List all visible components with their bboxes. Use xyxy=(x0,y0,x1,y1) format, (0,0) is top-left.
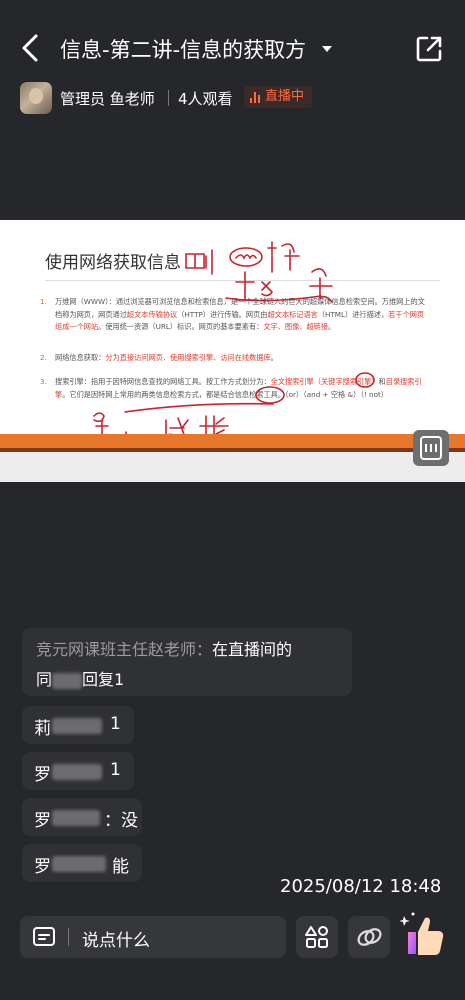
teacher-message: 竞元网课班主任赵老师：在直播间的 同 回复1 xyxy=(22,628,352,696)
comment-edit-icon[interactable] xyxy=(32,926,58,948)
slide-view[interactable]: 使用网络获取信息 1. 万维网（WWW）：通过浏览器可浏览信息和检索信息，是一个全… xyxy=(0,220,465,482)
redacted-name xyxy=(52,672,83,689)
host-name[interactable]: 管理员 鱼老师 xyxy=(60,88,155,109)
live-badge: 直播中 xyxy=(244,86,312,108)
share-icon[interactable] xyxy=(414,34,444,64)
page-title[interactable]: 信息-第二讲-信息的获取方 xyxy=(60,34,330,64)
teacher-message-line2a: 同 xyxy=(36,670,53,689)
thumbs-up-icon[interactable] xyxy=(400,910,446,958)
viewer-count: 4人观看 xyxy=(178,90,233,108)
caret-down-icon[interactable] xyxy=(322,46,332,52)
chevron-left-icon[interactable] xyxy=(14,28,46,68)
slide-accent-band xyxy=(0,434,465,448)
host-row: 管理员 鱼老师 4人观看 直播中 xyxy=(0,80,465,116)
redacted-name xyxy=(52,764,102,780)
teacher-message-text: 在直播间的 xyxy=(212,640,293,659)
divider xyxy=(168,90,169,106)
teacher-message-line2b: 回复1 xyxy=(82,670,125,689)
apps-grid-icon xyxy=(305,926,328,948)
text-recognize-icon xyxy=(420,436,442,460)
comment-input[interactable]: 说点什么 xyxy=(20,916,286,958)
chat-text: ：没 xyxy=(104,811,138,831)
chat-message: 罗 1 xyxy=(22,752,134,790)
chat-message: 莉 1 xyxy=(22,706,134,744)
avatar[interactable] xyxy=(20,82,52,114)
redacted-name xyxy=(52,718,102,734)
redacted-name xyxy=(52,810,100,826)
chat-text: 能 xyxy=(112,857,129,877)
redacted-name xyxy=(52,856,106,872)
chat-user-initial: 罗 xyxy=(34,811,51,831)
live-badge-label: 直播中 xyxy=(265,89,305,104)
loop-button[interactable] xyxy=(348,916,390,958)
apps-button[interactable] xyxy=(296,916,338,958)
timestamp: 2025/08/12 18:48 xyxy=(280,876,442,897)
teacher-name: 竞元网课班主任赵老师： xyxy=(36,640,213,659)
top-bar: 信息-第二讲-信息的获取方 xyxy=(0,20,465,76)
divider xyxy=(68,928,69,946)
slide-footer xyxy=(0,452,465,482)
chat-message: 罗 能 xyxy=(22,844,142,882)
chat-user-initial: 莉 xyxy=(34,719,51,739)
chat-message: 罗 ：没 xyxy=(22,798,142,836)
chat-user-initial: 罗 xyxy=(34,765,51,785)
text-recognize-button[interactable] xyxy=(413,430,449,466)
comment-placeholder[interactable]: 说点什么 xyxy=(82,926,150,951)
chat-user-initial: 罗 xyxy=(34,857,51,877)
link-loop-icon xyxy=(357,928,382,946)
live-bars-icon xyxy=(250,92,262,103)
chat-text: 1 xyxy=(110,714,121,734)
chat-text: 1 xyxy=(110,760,121,780)
